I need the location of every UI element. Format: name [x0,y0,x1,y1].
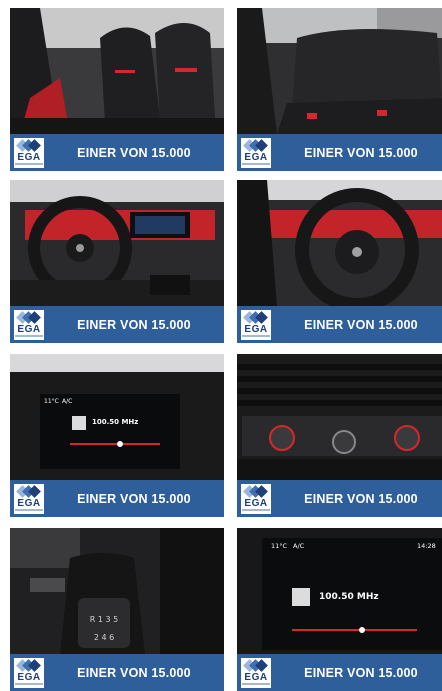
banner-text: EINER VON 15.000 [77,491,191,506]
tile-infotainment-radio[interactable]: 11°C A/C 100.50 MHz EGA EINER VON 15.000 [10,354,224,517]
banner-text: EINER VON 15.000 [77,317,191,332]
ega-logo-icon: EGA [14,309,44,340]
logo-text: EGA [244,151,268,163]
banner: EGA EINER VON 15.000 [10,306,224,343]
photo-infotainment-closeup: 11°C A/C 14:28 100.50 MHz [237,528,442,654]
tile-climate-controls[interactable]: EGA EINER VON 15.000 [237,354,442,517]
ega-logo-icon: EGA [241,137,271,168]
screen-temp: 11°C [271,542,288,550]
banner: EGA EINER VON 15.000 [237,654,442,691]
logo-text: EGA [17,323,41,335]
logo-text: EGA [244,323,268,335]
photo-dashboard [10,180,224,306]
banner-text: EINER VON 15.000 [304,317,418,332]
banner: EGA EINER VON 15.000 [237,134,442,171]
banner: EGA EINER VON 15.000 [10,480,224,517]
photo-front-seats [10,8,224,134]
photo-gear-shifter: R 1 3 5 2 4 6 [10,528,224,654]
tile-rear-seats[interactable]: EGA EINER VON 15.000 [237,8,442,171]
screen-ac: A/C [62,398,73,405]
banner: EGA EINER VON 15.000 [237,480,442,517]
banner: EGA EINER VON 15.000 [10,654,224,691]
tile-front-seats[interactable]: EGA EINER VON 15.000 [10,8,224,171]
logo-text: EGA [17,497,41,509]
svg-text:R 1 3 5: R 1 3 5 [90,615,118,624]
screen-time: 14:28 [417,542,436,550]
screen-ac: A/C [293,542,305,550]
logo-text: EGA [17,671,41,683]
banner-text: EINER VON 15.000 [304,491,418,506]
banner: EGA EINER VON 15.000 [237,306,442,343]
screen-frequency: 100.50 MHz [319,592,379,602]
ega-logo-icon: EGA [241,483,271,514]
logo-text: EGA [17,151,41,163]
photo-infotainment: 11°C A/C 100.50 MHz [10,354,224,480]
banner-text: EINER VON 15.000 [304,145,418,160]
tile-infotainment-radio-closeup[interactable]: 11°C A/C 14:28 100.50 MHz EGA EINER VON … [237,528,442,691]
screen-frequency: 100.50 MHz [92,418,139,426]
ega-logo-icon: EGA [241,657,271,688]
ega-logo-icon: EGA [14,657,44,688]
banner-text: EINER VON 15.000 [77,665,191,680]
photo-rear-seats [237,8,442,134]
ega-logo-icon: EGA [14,483,44,514]
svg-text:2 4 6: 2 4 6 [94,633,114,642]
banner-text: EINER VON 15.000 [77,145,191,160]
tile-dashboard-steering-wheel[interactable]: EGA EINER VON 15.000 [10,180,224,343]
photo-grid: EGA EINER VON 15.000 EGA EINER VON 15.00… [0,0,442,691]
photo-steering-wheel [237,180,442,306]
tile-gear-shifter[interactable]: R 1 3 5 2 4 6 EGA EINER VON 15.000 [10,528,224,691]
banner: EGA EINER VON 15.000 [10,134,224,171]
tile-steering-wheel-closeup[interactable]: EGA EINER VON 15.000 [237,180,442,343]
banner-text: EINER VON 15.000 [304,665,418,680]
screen-temp: 11°C [44,398,59,405]
logo-text: EGA [244,497,268,509]
photo-climate [237,354,442,480]
logo-text: EGA [244,671,268,683]
ega-logo-icon: EGA [241,309,271,340]
ega-logo-icon: EGA [14,137,44,168]
